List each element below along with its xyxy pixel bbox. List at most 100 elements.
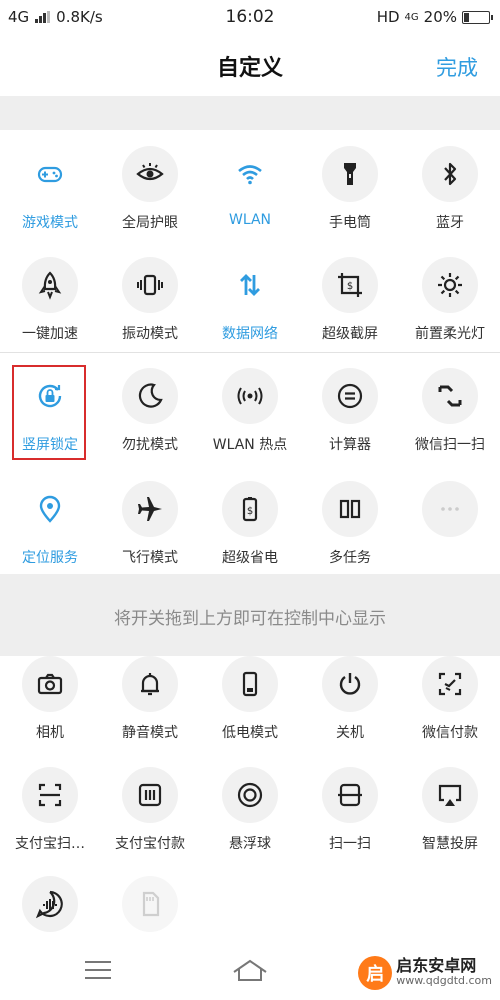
active-tile[interactable]: 勿扰模式 bbox=[100, 350, 200, 461]
done-button[interactable]: 完成 bbox=[436, 52, 478, 82]
active-tile[interactable] bbox=[400, 463, 500, 574]
tile-label: 扫一扫 bbox=[329, 836, 371, 852]
active-tile[interactable]: 蓝牙 bbox=[400, 128, 500, 239]
tile-label: 数据网络 bbox=[222, 326, 278, 342]
status-bar: 4G 0.8K/s 16:02 HD 4G 20% bbox=[0, 0, 500, 34]
active-tile[interactable]: 一键加速 bbox=[0, 239, 100, 350]
alipay-pay-icon bbox=[122, 767, 178, 823]
battery-saver-icon: $ bbox=[222, 481, 278, 537]
watermark-url: www.qdgdtd.com bbox=[396, 974, 492, 987]
page-title: 自定义 bbox=[216, 56, 283, 81]
tile-label: 相机 bbox=[36, 725, 64, 741]
gamepad-icon bbox=[22, 146, 78, 202]
hd-indicator: HD bbox=[376, 8, 400, 26]
active-tile[interactable]: 振动模式 bbox=[100, 239, 200, 350]
tile-label: 一键加速 bbox=[22, 326, 78, 342]
active-tile[interactable]: $ 超级截屏 bbox=[300, 239, 400, 350]
tile-label: 智慧投屏 bbox=[422, 836, 478, 852]
sd-card-icon bbox=[122, 876, 178, 932]
calculator-icon bbox=[322, 368, 378, 424]
tile-label: 蓝牙 bbox=[436, 215, 464, 231]
vibrate-icon bbox=[122, 257, 178, 313]
tile-label: 悬浮球 bbox=[229, 836, 271, 852]
title-bar: 自定义 完成 bbox=[0, 34, 500, 96]
selection-highlight bbox=[12, 365, 86, 460]
flashlight-icon bbox=[322, 146, 378, 202]
tile-label: 手电筒 bbox=[329, 215, 371, 231]
sun-icon bbox=[422, 257, 478, 313]
watermark-logo: 启 bbox=[358, 956, 393, 990]
active-tile[interactable]: 计算器 bbox=[300, 350, 400, 461]
tile-label: 计算器 bbox=[329, 437, 371, 453]
tile-label: WLAN 热点 bbox=[212, 437, 288, 453]
active-tile[interactable]: 游戏模式 bbox=[0, 128, 100, 239]
inactive-tile[interactable]: 低电模式 bbox=[200, 638, 300, 749]
section-divider bbox=[0, 352, 500, 353]
inactive-tile[interactable]: 微信付款 bbox=[400, 638, 500, 749]
active-tile[interactable]: 全局护眼 bbox=[100, 128, 200, 239]
inactive-tile[interactable]: 支付宝付款 bbox=[100, 749, 200, 860]
svg-text:$: $ bbox=[347, 281, 353, 292]
hotspot-icon bbox=[222, 368, 278, 424]
data-arrows-icon bbox=[222, 257, 278, 313]
tile-label: 振动模式 bbox=[122, 326, 178, 342]
active-tile[interactable]: WLAN 热点 bbox=[200, 350, 300, 461]
power-icon bbox=[322, 656, 378, 712]
tile-label: 前置柔光灯 bbox=[415, 326, 485, 342]
active-tile[interactable]: 数据网络 bbox=[200, 239, 300, 350]
active-tile[interactable]: 定位服务 bbox=[0, 463, 100, 574]
tile-label: 支付宝扫… bbox=[15, 836, 85, 852]
tile-label: 微信付款 bbox=[422, 725, 478, 741]
inactive-tile[interactable]: 相机 bbox=[0, 638, 100, 749]
battery-icon bbox=[462, 10, 493, 24]
inactive-tile[interactable]: 静音模式 bbox=[100, 638, 200, 749]
tile-label: 微信扫一扫 bbox=[415, 437, 485, 453]
multitask-icon bbox=[322, 481, 378, 537]
phone-battery-icon bbox=[222, 656, 278, 712]
active-tile[interactable]: 微信扫一扫 bbox=[400, 350, 500, 461]
status-right: HD 4G 20% bbox=[376, 8, 493, 26]
eye-icon bbox=[122, 146, 178, 202]
voice-icon bbox=[22, 876, 78, 932]
tile-label: 定位服务 bbox=[22, 550, 78, 566]
rocket-icon bbox=[22, 257, 78, 313]
inactive-tile[interactable]: 悬浮球 bbox=[200, 749, 300, 860]
tile-label: 关机 bbox=[336, 725, 364, 741]
moon-icon bbox=[122, 368, 178, 424]
bell-icon bbox=[122, 656, 178, 712]
active-tile[interactable]: $ 超级省电 bbox=[200, 463, 300, 574]
alipay-scan-icon bbox=[22, 767, 78, 823]
battery-percent: 20% bbox=[423, 8, 457, 26]
active-tile[interactable]: 前置柔光灯 bbox=[400, 239, 500, 350]
tile-label: 全局护眼 bbox=[122, 215, 178, 231]
drag-hint: 将开关拖到上方即可在控制中心显示 bbox=[114, 609, 386, 629]
tile-label: 飞行模式 bbox=[122, 550, 178, 566]
inactive-tile[interactable]: 关机 bbox=[300, 638, 400, 749]
tile-label: 超级省电 bbox=[222, 550, 278, 566]
svg-text:$: $ bbox=[247, 506, 253, 517]
wifi-icon bbox=[222, 146, 278, 202]
menu-icon[interactable] bbox=[85, 960, 111, 980]
top-spacer bbox=[0, 96, 500, 130]
more-dots-icon bbox=[422, 481, 478, 537]
tile-label: 支付宝付款 bbox=[115, 836, 185, 852]
active-tile[interactable]: 飞行模式 bbox=[100, 463, 200, 574]
inactive-tile[interactable]: 扫一扫 bbox=[300, 749, 400, 860]
cast-icon bbox=[422, 767, 478, 823]
watermark-name: 启东安卓网 bbox=[396, 956, 477, 975]
inactive-tile[interactable]: 支付宝扫… bbox=[0, 749, 100, 860]
tile-label: WLAN bbox=[228, 212, 271, 228]
tile-label: 游戏模式 bbox=[22, 215, 78, 231]
active-tile[interactable]: 多任务 bbox=[300, 463, 400, 574]
tile-label: 勿扰模式 bbox=[122, 437, 178, 453]
screenshot-icon: $ bbox=[322, 257, 378, 313]
location-pin-icon bbox=[22, 481, 78, 537]
wechat-pay-icon bbox=[422, 656, 478, 712]
home-icon[interactable] bbox=[232, 958, 268, 982]
inactive-tile[interactable]: 智慧投屏 bbox=[400, 749, 500, 860]
tile-label: 多任务 bbox=[329, 550, 371, 566]
active-tile[interactable]: WLAN bbox=[200, 128, 300, 239]
watermark: 启 启东安卓网 www.qdgdtd.com bbox=[358, 956, 492, 990]
network-type-2: 4G bbox=[404, 11, 419, 23]
active-tile[interactable]: 手电筒 bbox=[300, 128, 400, 239]
